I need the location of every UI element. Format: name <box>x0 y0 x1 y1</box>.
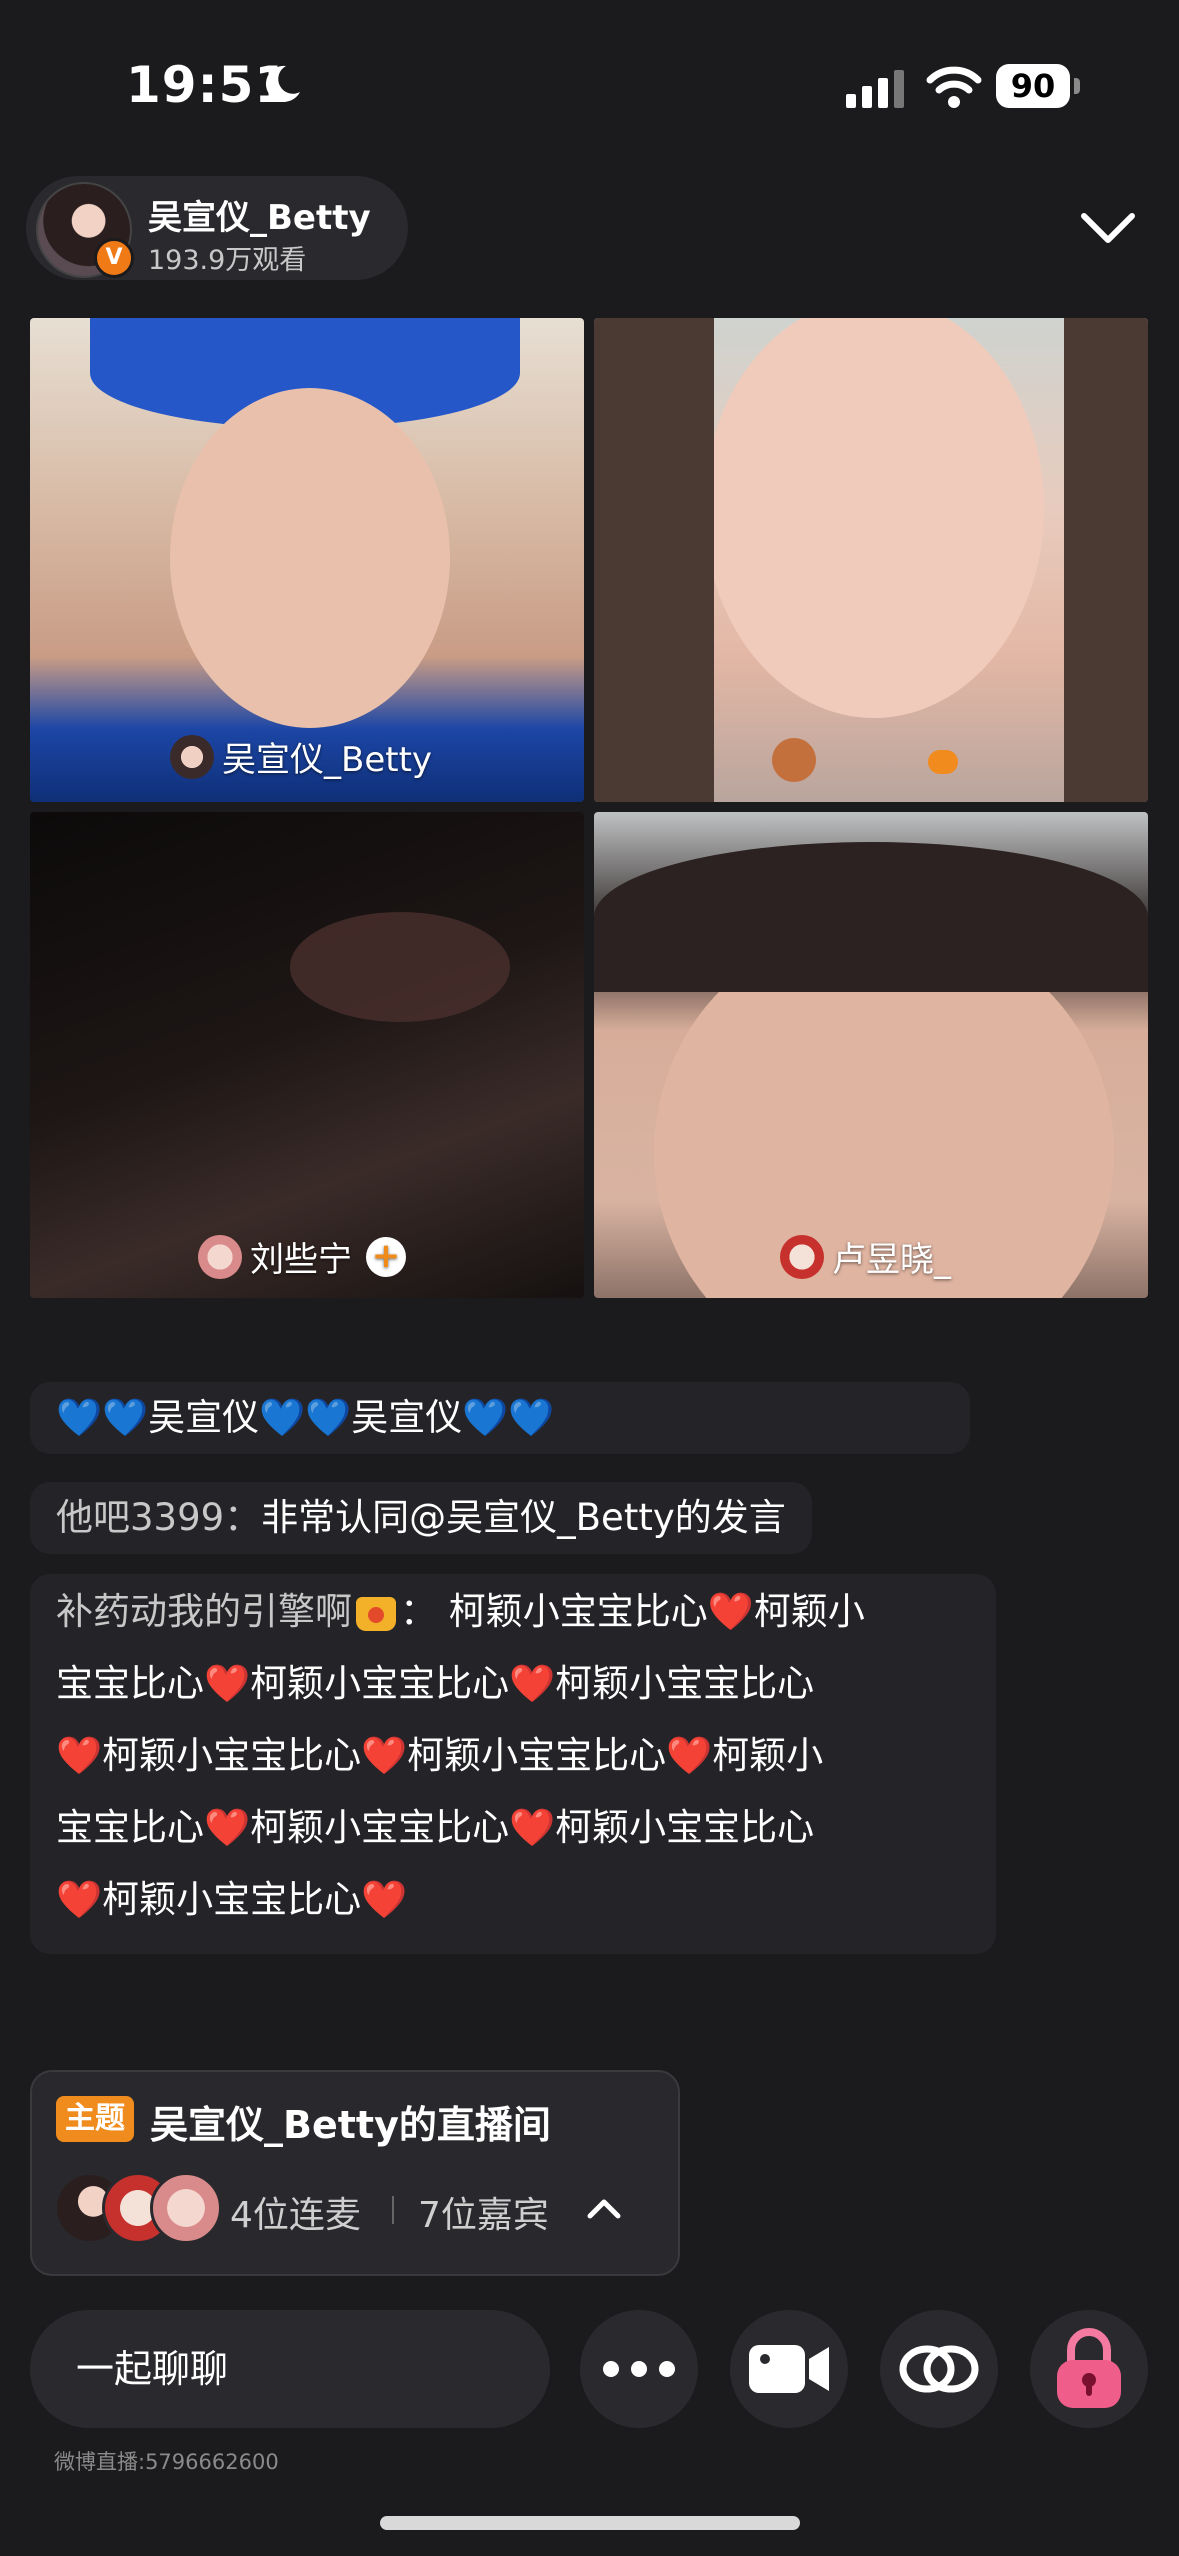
video-tile-guest-2[interactable]: 刘些宁 + <box>30 812 584 1298</box>
topic-tag: 主题 <box>56 2096 134 2142</box>
chevron-up-icon[interactable] <box>584 2192 624 2224</box>
tile-avatar <box>772 738 816 782</box>
view-count: 193.9万观看 <box>148 245 307 276</box>
chat-nickname[interactable]: 他吧3399： <box>56 1496 261 1539</box>
chat-line: 宝宝比心❤️柯颖小宝宝比心❤️柯颖小宝宝比心 <box>56 1662 815 1705</box>
follow-button[interactable]: + <box>366 1236 406 1277</box>
topic-title: 吴宣仪_Betty的直播间 <box>150 2103 551 2147</box>
video-camera-icon <box>749 2345 829 2393</box>
linked-count: 4位连麦 <box>230 2195 361 2236</box>
chat-message: 他吧3399：非常认同@吴宣仪_Betty的发言 <box>30 1482 812 1554</box>
battery-level: 90 <box>996 64 1070 108</box>
lock-icon <box>1057 2328 1121 2408</box>
tile-label: 刘些宁 + <box>198 1232 406 1281</box>
chat-message-partial <box>30 2040 450 2070</box>
link-button[interactable] <box>880 2310 998 2428</box>
chat-line: ❤️柯颖小宝宝比心❤️柯颖小宝宝比心❤️柯颖小 <box>56 1734 824 1777</box>
tile-name: 吴宣仪_Betty <box>222 740 433 780</box>
verified-badge: V <box>94 238 134 278</box>
tile-label: 吴宣仪_Betty <box>170 732 432 781</box>
camera-button[interactable] <box>730 2310 848 2428</box>
more-button[interactable] <box>580 2310 698 2428</box>
video-tile-guest-1[interactable] <box>594 318 1148 802</box>
chat-line: ❤️柯颖小宝宝比心❤️ <box>56 1878 408 1921</box>
tile-name: 卢昱晓_ <box>832 1240 951 1280</box>
chat-text: 非常认同@吴宣仪_Betty的发言 <box>261 1496 786 1539</box>
tile-avatar <box>198 1234 242 1279</box>
chat-input[interactable]: 一起聊聊 <box>30 2310 550 2428</box>
tile-avatar <box>170 734 214 779</box>
chat-message: 补药动我的引擎啊 ： 柯颖小宝宝比心❤️柯颖小 宝宝比心❤️柯颖小宝宝比心❤️柯颖… <box>30 1574 996 1954</box>
chat-message: 💙💙吴宣仪💙💙吴宣仪💙💙 <box>30 1382 970 1454</box>
video-tile-guest-3[interactable]: 卢昱晓_ <box>594 812 1148 1298</box>
chat-line: ： 柯颖小宝宝比心❤️柯颖小 <box>400 1590 865 1633</box>
guest-avatar <box>150 2172 222 2244</box>
wifi-icon <box>926 66 982 108</box>
tile-status-dot <box>928 750 958 774</box>
chevron-down-icon[interactable] <box>1078 206 1138 250</box>
lock-button[interactable] <box>1030 2310 1148 2428</box>
crown-icon <box>356 1596 396 1631</box>
host-name[interactable]: 吴宣仪_Betty <box>148 190 371 239</box>
link-icon <box>899 2345 979 2393</box>
room-id: 微博直播:5796662600 <box>54 2450 279 2474</box>
battery-indicator: 90 <box>996 64 1080 108</box>
chat-nickname[interactable]: 补药动我的引擎啊 <box>56 1590 352 1633</box>
chat-line: 宝宝比心❤️柯颖小宝宝比心❤️柯颖小宝宝比心 <box>56 1806 815 1849</box>
guest-count: 7位嘉宾 <box>418 2195 549 2236</box>
tile-label: 卢昱晓_ <box>780 1232 951 1281</box>
video-tile-host[interactable]: 吴宣仪_Betty <box>30 318 584 802</box>
moon-icon <box>265 65 300 102</box>
chat-text: 💙💙吴宣仪💙💙吴宣仪💙💙 <box>56 1396 555 1439</box>
tile-name: 刘些宁 <box>250 1240 352 1280</box>
home-indicator <box>380 2516 800 2530</box>
tile-avatar <box>780 1234 824 1279</box>
separator <box>392 2196 394 2224</box>
more-dots-icon <box>603 2361 675 2377</box>
cellular-signal-icon <box>846 70 904 108</box>
